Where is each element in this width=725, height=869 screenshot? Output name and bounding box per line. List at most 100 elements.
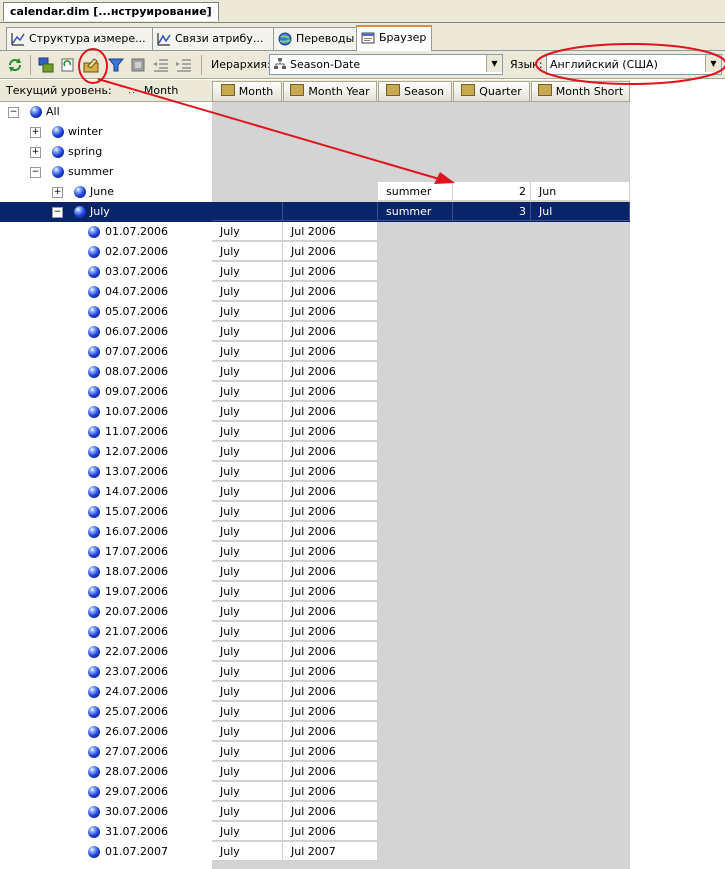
column-header-season[interactable]: Season — [378, 81, 452, 102]
table-row[interactable]: 01.07.2006 July Jul 2006 — [0, 222, 630, 242]
member-label: 16.07.2006 — [105, 525, 168, 538]
expand-icon[interactable]: + — [30, 127, 41, 138]
chevron-down-icon[interactable]: ▼ — [486, 55, 502, 72]
expand-icon[interactable]: + — [52, 187, 63, 198]
cell-month: July — [212, 402, 283, 421]
table-row[interactable]: 20.07.2006 July Jul 2006 — [0, 602, 630, 622]
cell-month: July — [212, 502, 283, 521]
member-icon — [88, 706, 100, 718]
designer-tab-bar: Структура измере... Связи атрибу... Пере… — [0, 23, 725, 52]
table-row[interactable]: 25.07.2006 July Jul 2006 — [0, 702, 630, 722]
member-icon — [88, 786, 100, 798]
cell-month-year: Jul 2006 — [283, 302, 378, 321]
table-row[interactable]: 08.07.2006 July Jul 2006 — [0, 362, 630, 382]
filter-icon[interactable] — [107, 56, 125, 74]
table-row[interactable]: 27.07.2006 July Jul 2006 — [0, 742, 630, 762]
document-tab[interactable]: calendar.dim [...нструирование] — [3, 2, 219, 21]
table-row[interactable]: − All — [0, 102, 630, 122]
column-header-quarter[interactable]: Quarter — [453, 81, 530, 102]
column-header-month-year[interactable]: Month Year — [283, 81, 377, 102]
table-row[interactable]: 18.07.2006 July Jul 2006 — [0, 562, 630, 582]
cell-month: July — [212, 322, 283, 341]
table-row[interactable]: 28.07.2006 July Jul 2006 — [0, 762, 630, 782]
table-row-selected[interactable]: − July summer 3 Jul — [0, 202, 630, 222]
column-header-month-short[interactable]: Month Short — [531, 81, 630, 102]
reconnect-icon[interactable] — [59, 56, 77, 74]
table-row[interactable]: 12.07.2006 July Jul 2006 — [0, 442, 630, 462]
language-select[interactable]: Английский (США) ▼ — [546, 54, 722, 75]
table-row[interactable]: 23.07.2006 July Jul 2006 — [0, 662, 630, 682]
collapse-icon[interactable]: − — [30, 167, 41, 178]
table-row[interactable]: 13.07.2006 July Jul 2006 — [0, 462, 630, 482]
cell-month: July — [212, 442, 283, 461]
process-icon[interactable] — [6, 56, 24, 74]
member-icon — [88, 246, 100, 258]
table-row[interactable]: 07.07.2006 July Jul 2006 — [0, 342, 630, 362]
column-header-month[interactable]: Month — [212, 81, 282, 102]
chevron-down-icon[interactable]: ▼ — [705, 55, 721, 72]
attribute-icon — [290, 84, 305, 96]
cell-month: July — [212, 602, 283, 621]
table-row[interactable]: 06.07.2006 July Jul 2006 — [0, 322, 630, 342]
table-row[interactable]: + winter — [0, 122, 630, 142]
outdent-icon[interactable] — [152, 56, 170, 74]
cell-month: July — [212, 482, 283, 501]
table-row[interactable]: 15.07.2006 July Jul 2006 — [0, 502, 630, 522]
collapse-icon[interactable]: − — [52, 207, 63, 218]
tab-attribute-relationships[interactable]: Связи атрибу... — [152, 27, 276, 50]
member-label: 22.07.2006 — [105, 645, 168, 658]
member-label: 09.07.2006 — [105, 385, 168, 398]
hierarchy-icon — [274, 58, 286, 69]
member-icon — [88, 466, 100, 478]
cell-month: July — [212, 802, 283, 821]
member-label: spring — [68, 145, 103, 158]
table-row[interactable]: 10.07.2006 July Jul 2006 — [0, 402, 630, 422]
expand-icon[interactable]: + — [30, 147, 41, 158]
cell-month-year: Jul 2006 — [283, 462, 378, 481]
table-row[interactable]: 11.07.2006 July Jul 2006 — [0, 422, 630, 442]
collapse-icon[interactable]: − — [8, 107, 19, 118]
table-row[interactable]: − summer — [0, 162, 630, 182]
filter-disabled-icon[interactable] — [129, 56, 147, 74]
table-row[interactable]: 16.07.2006 July Jul 2006 — [0, 522, 630, 542]
table-row[interactable]: 09.07.2006 July Jul 2006 — [0, 382, 630, 402]
member-icon — [88, 766, 100, 778]
member-icon — [88, 586, 100, 598]
table-row[interactable]: + June summer 2 Jun — [0, 182, 630, 202]
table-row[interactable]: 04.07.2006 July Jul 2006 — [0, 282, 630, 302]
table-row[interactable]: 22.07.2006 July Jul 2006 — [0, 642, 630, 662]
tab-translations[interactable]: Переводы — [273, 27, 357, 50]
table-row[interactable]: 14.07.2006 July Jul 2006 — [0, 482, 630, 502]
tab-dimension-structure[interactable]: Структура измере... — [6, 27, 154, 50]
table-row[interactable]: 03.07.2006 July Jul 2006 — [0, 262, 630, 282]
cell-month-year: Jul 2006 — [283, 822, 378, 841]
table-row[interactable]: 01.07.2007 July Jul 2007 — [0, 842, 630, 862]
member-label: 13.07.2006 — [105, 465, 168, 478]
hierarchy-select[interactable]: Season-Date ▼ — [269, 54, 503, 75]
cell-month: July — [212, 422, 283, 441]
change-user-icon[interactable] — [37, 56, 55, 74]
table-row[interactable]: 26.07.2006 July Jul 2006 — [0, 722, 630, 742]
table-row[interactable]: 02.07.2006 July Jul 2006 — [0, 242, 630, 262]
table-row[interactable]: 31.07.2006 July Jul 2006 — [0, 822, 630, 842]
member-icon — [88, 846, 100, 858]
member-label: summer — [68, 165, 114, 178]
member-properties-icon[interactable] — [83, 56, 101, 74]
table-row[interactable]: 21.07.2006 July Jul 2006 — [0, 622, 630, 642]
cell-month-year: Jul 2006 — [283, 242, 378, 261]
table-row[interactable]: 19.07.2006 July Jul 2006 — [0, 582, 630, 602]
cell-month-year: Jul 2006 — [283, 722, 378, 741]
member-icon — [88, 566, 100, 578]
table-row[interactable]: 24.07.2006 July Jul 2006 — [0, 682, 630, 702]
member-label: 06.07.2006 — [105, 325, 168, 338]
table-row[interactable]: 05.07.2006 July Jul 2006 — [0, 302, 630, 322]
member-label: winter — [68, 125, 103, 138]
table-row[interactable]: 17.07.2006 July Jul 2006 — [0, 542, 630, 562]
indent-icon[interactable] — [175, 56, 193, 74]
cell-month: July — [212, 242, 283, 261]
table-row[interactable]: 29.07.2006 July Jul 2006 — [0, 782, 630, 802]
table-row[interactable]: + spring — [0, 142, 630, 162]
table-row[interactable]: 30.07.2006 July Jul 2006 — [0, 802, 630, 822]
tab-browser[interactable]: Браузер — [356, 25, 432, 52]
cell-month-year: Jul 2006 — [283, 622, 378, 641]
